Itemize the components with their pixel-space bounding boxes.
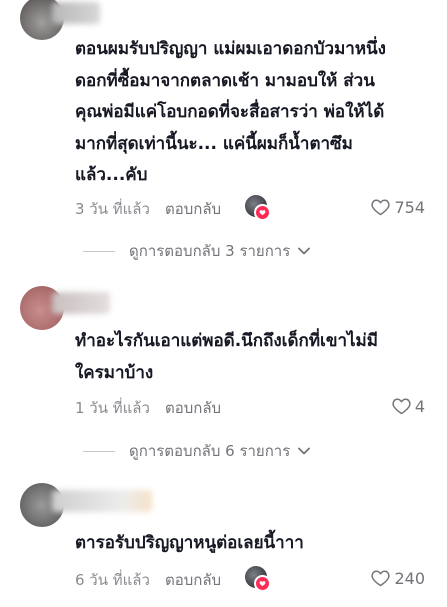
reply-button[interactable]: ตอบกลับ — [165, 197, 221, 221]
view-replies-button[interactable]: ดูการตอบกลับ 3 รายการ — [75, 239, 311, 263]
comment-text: ทำอะไรกันเอาแต่พอดี.นึกถึงเด็กที่เขาไม่ม… — [75, 331, 378, 383]
comment-meta: 3 วัน ที่แล้ว ตอบกลับ 754 — [75, 195, 425, 221]
heart-outline-icon — [371, 199, 391, 216]
like-count: 4 — [414, 396, 425, 416]
creator-liked-badge — [245, 195, 271, 221]
reply-button[interactable]: ตอบกลับ — [165, 568, 221, 592]
heart-filled-icon — [254, 204, 271, 221]
comment-text: ตอนผมรับปริญญา แม่ผมเอาดอกบัวมาหนึ่ง ดอก… — [75, 39, 386, 185]
like-count: 240 — [394, 568, 425, 588]
creator-liked-badge — [245, 566, 271, 592]
like-count: 754 — [394, 197, 425, 217]
username-redacted[interactable] — [52, 2, 100, 24]
like-button[interactable]: 240 — [371, 566, 425, 590]
reply-button[interactable]: ตอบกลับ — [165, 396, 221, 420]
chevron-down-icon — [298, 247, 311, 255]
like-button[interactable]: 754 — [371, 195, 425, 219]
view-replies-button[interactable]: ดูการตอบกลับ 6 รายการ — [75, 439, 311, 463]
heart-outline-icon — [392, 398, 411, 415]
view-replies-label: ดูการตอบกลับ 3 รายการ — [129, 242, 291, 260]
comment-meta: 6 วัน ที่แล้ว ตอบกลับ 240 — [75, 566, 425, 592]
username-redacted[interactable] — [52, 292, 110, 314]
heart-filled-icon — [254, 575, 271, 592]
comment-meta: 1 วัน ที่แล้ว ตอบกลับ 4 — [75, 394, 425, 420]
comment-timestamp: 3 วัน ที่แล้ว — [75, 200, 150, 218]
divider — [83, 450, 115, 452]
like-button[interactable]: 4 — [392, 394, 425, 418]
view-replies-label: ดูการตอบกลับ 6 รายการ — [129, 442, 291, 460]
heart-outline-icon — [371, 570, 391, 587]
comment-timestamp: 1 วัน ที่แล้ว — [75, 399, 150, 417]
username-redacted[interactable] — [52, 490, 152, 512]
divider — [83, 250, 115, 252]
chevron-down-icon — [298, 447, 311, 455]
comment-text: ตารอรับปริญญาหนูต่อเลยนี้าาา — [75, 533, 304, 553]
comment-timestamp: 6 วัน ที่แล้ว — [75, 571, 150, 589]
